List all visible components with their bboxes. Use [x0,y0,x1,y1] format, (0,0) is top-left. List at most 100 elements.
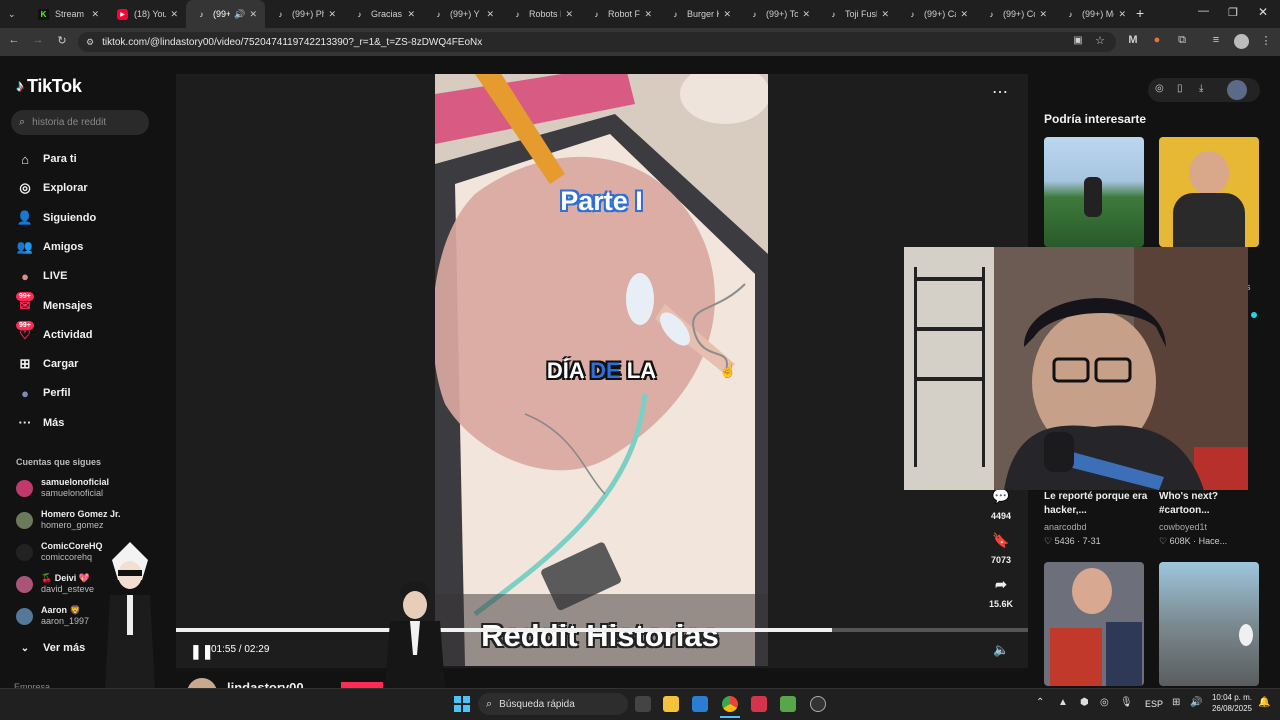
tab-close-icon[interactable]: ✕ [486,9,494,20]
feature-icon[interactable]: ◎ [1155,83,1164,94]
tab-close-icon[interactable]: ✕ [723,9,731,20]
browser-tab[interactable]: ♪ Robot Fe✕ [581,0,660,28]
tab-close-icon[interactable]: ✕ [249,9,257,20]
extension-orange-icon[interactable]: ● [1149,34,1165,46]
minimize-button[interactable]: — [1198,5,1209,17]
nav-item-cargar[interactable]: ⊞ Cargar [16,355,79,373]
tab-close-icon[interactable]: ✕ [1039,9,1047,20]
more-options-icon[interactable]: ⋯ [992,82,1008,102]
tray-app-icon[interactable]: ▲ [1058,697,1068,708]
tray-microphone-icon[interactable]: 🎙 [1120,697,1133,708]
following-account[interactable]: 🍒 Deivi 💖 david_esteve [16,573,94,595]
reco-author[interactable]: cowboyed1t [1159,522,1207,532]
install-app-icon[interactable]: ▣ [1070,35,1086,46]
tiktok-logo[interactable]: ♪ TikTok [16,76,82,97]
file-explorer-icon[interactable] [663,696,679,712]
browser-tab[interactable]: ♪ (99+) Toj ✕ [739,0,818,28]
browser-tab[interactable]: K Stream ✕ [28,0,107,28]
obs-icon[interactable] [810,696,826,712]
browser-tab[interactable]: ♪ Robots D ✕ [502,0,581,28]
browser-tab[interactable]: ♪ (99+ 🔊 ✕ [186,0,265,28]
tab-search-menu[interactable]: ⌄ [0,0,28,28]
tab-close-icon[interactable]: ✕ [1118,9,1126,20]
tab-close-icon[interactable]: ✕ [644,9,652,20]
notification-bell-icon[interactable]: 🔔 [1258,697,1270,708]
browser-menu-icon[interactable]: ⋮ [1258,34,1274,47]
network-icon[interactable]: ⊞ [1172,697,1180,708]
browser-tab[interactable]: ♪ (99+) Me ✕ [1055,0,1134,28]
back-icon[interactable]: ← [6,34,22,46]
reco-author[interactable]: anarcodbd [1044,522,1087,532]
tab-close-icon[interactable]: ✕ [407,9,415,20]
tray-chevron-icon[interactable]: ⌃ [1036,697,1044,708]
browser-tab[interactable]: ♪ Gracias a ✕ [344,0,423,28]
app-icon-red[interactable] [751,696,767,712]
browser-tab[interactable]: ♪ (99+) Cal ✕ [897,0,976,28]
clock[interactable]: 10:04 p. m. 26/08/2025 [1208,692,1252,714]
tab-close-icon[interactable]: ✕ [170,9,178,20]
reco-thumbnail[interactable] [1159,562,1259,686]
reload-icon[interactable]: ↻ [54,34,70,47]
reco-thumbnail[interactable] [1159,137,1259,247]
pause-button[interactable]: ❚❚ [190,643,213,660]
browser-tab[interactable]: ♪ Burger K ✕ [660,0,739,28]
language-indicator[interactable]: ESP [1145,699,1163,709]
outlook-icon[interactable] [692,696,708,712]
speaker-icon[interactable]: 🔊 [1190,697,1202,708]
reco-title[interactable]: Le reporté porque era hacker,... [1044,490,1152,518]
forward-icon[interactable]: → [30,34,46,46]
nav-item-explorar[interactable]: ◎ Explorar [16,179,87,197]
following-account[interactable]: ComicCoreHQ comiccorehq [16,541,103,563]
site-info-icon[interactable]: ⚙ [86,37,94,48]
nav-item-siguiendo[interactable]: 👤 Siguiendo [16,209,96,227]
tab-close-icon[interactable]: ✕ [802,9,810,20]
windows-start-icon[interactable] [454,696,470,712]
tray-circle-icon[interactable]: ◎ [1100,697,1109,708]
tab-close-icon[interactable]: ✕ [328,9,336,20]
user-avatar[interactable] [1227,80,1247,100]
browser-tab[interactable]: ♪ (99+) Có ✕ [976,0,1055,28]
comment-icon[interactable]: 💬 [985,488,1017,505]
reco-title[interactable]: Who's next? #cartoon... [1159,490,1259,518]
tab-close-icon[interactable]: ✕ [565,9,573,20]
nav-item-live[interactable]: ● LIVE [16,267,67,285]
task-view-icon[interactable] [635,696,651,712]
reading-list-icon[interactable]: ≡ [1208,34,1224,46]
restore-button[interactable]: ❐ [1228,6,1238,19]
tab-close-icon[interactable]: ✕ [91,9,99,20]
close-window-button[interactable]: ✕ [1258,5,1268,19]
tab-close-icon[interactable]: ✕ [881,9,889,20]
see-more-button[interactable]: ⌄ Ver más [16,639,85,657]
chrome-icon[interactable] [722,696,738,712]
taskbar-search-input[interactable]: ⌕ Búsqueda rápida [478,693,628,715]
following-account[interactable]: samuelonoficial samuelonoficial [16,477,109,499]
volume-icon[interactable]: 🔈 [993,642,1009,658]
nav-item-perfil[interactable]: ● Perfil [16,384,70,402]
browser-tab[interactable]: ♪ (99+) Phi✕ [265,0,344,28]
new-tab-button[interactable]: + [1136,5,1144,21]
reco-thumbnail[interactable] [1044,562,1144,686]
tray-shield-icon[interactable]: ⬢ [1080,697,1089,708]
extensions-puzzle-icon[interactable]: ⧉ [1174,34,1190,47]
share-icon[interactable]: ➦ [985,576,1017,593]
bookmark-icon[interactable]: 🔖 [985,532,1017,549]
tab-audio-icon[interactable]: 🔊 [234,9,245,20]
profile-avatar-icon[interactable] [1234,34,1249,49]
reco-thumbnail[interactable] [1044,137,1144,247]
bookmark-star-icon[interactable]: ☆ [1092,34,1108,47]
tab-close-icon[interactable]: ✕ [960,9,968,20]
nav-item-amigos[interactable]: 👥 Amigos [16,238,83,256]
app-icon-green[interactable] [780,696,796,712]
browser-tab[interactable]: ♪ Toji Fush ✕ [818,0,897,28]
download-icon[interactable]: ⤓ [1199,83,1203,94]
nav-item-ms[interactable]: ··· Más [16,414,65,432]
device-icon[interactable]: ▯ [1177,83,1183,94]
search-input[interactable]: ⌕ historia de reddit [11,110,149,135]
browser-tab[interactable]: ♪ (99+) Y M ✕ [423,0,502,28]
browser-tab[interactable]: ▶ (18) YouT✕ [107,0,186,28]
extension-m-icon[interactable]: M [1125,34,1141,46]
nav-item-parati[interactable]: ⌂ Para ti [16,150,77,168]
following-account[interactable]: Homero Gomez Jr. homero_gomez [16,509,121,531]
address-bar[interactable]: ⚙ tiktok.com/@lindastory00/video/7520474… [78,32,1116,52]
following-account[interactable]: Aaron 🦁 aaron_1997 [16,605,89,627]
